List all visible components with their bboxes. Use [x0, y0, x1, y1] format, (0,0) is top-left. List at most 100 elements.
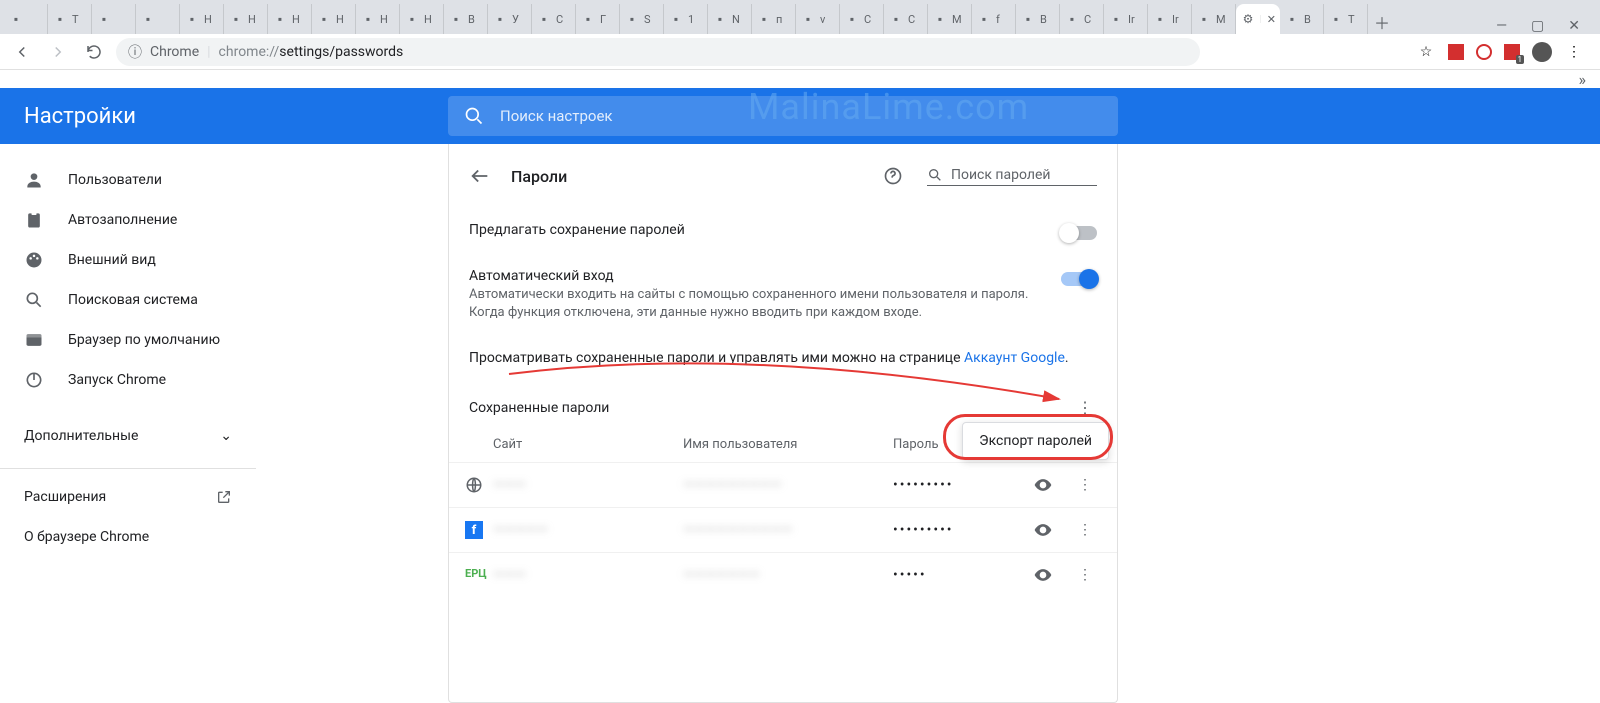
tab-favicon: ▪: [492, 11, 508, 27]
tab[interactable]: ▪v: [796, 4, 840, 34]
tab[interactable]: ▪У: [488, 4, 532, 34]
sidebar-item-users[interactable]: Пользователи: [0, 160, 256, 200]
setting-description: Автоматически входить на сайты с помощью…: [469, 286, 1041, 322]
forward-button[interactable]: [44, 38, 72, 66]
site-cell[interactable]: ———: [493, 567, 683, 583]
back-arrow-button[interactable]: [469, 165, 491, 187]
tab[interactable]: ▪Н: [356, 4, 400, 34]
tab[interactable]: ▪М: [928, 4, 972, 34]
tab[interactable]: ▪C: [840, 4, 884, 34]
tab-favicon: ▪: [184, 11, 200, 27]
omnibox[interactable]: ⓘ Chrome | chrome://settings/passwords: [116, 38, 1200, 66]
sidebar-item-appearance[interactable]: Внешний вид: [0, 240, 256, 280]
tab[interactable]: ▪Н: [400, 4, 444, 34]
tab[interactable]: ▪: [4, 4, 48, 34]
sidebar-extensions-link[interactable]: Расширения: [0, 477, 256, 517]
extension-icon[interactable]: [1476, 44, 1492, 60]
extension-icon[interactable]: 1: [1504, 44, 1520, 60]
close-window-button[interactable]: ✕: [1568, 18, 1580, 34]
tab[interactable]: ▪Н: [268, 4, 312, 34]
row-more-button[interactable]: ⋮: [1073, 567, 1097, 583]
show-password-button[interactable]: [1033, 520, 1073, 540]
bookmark-star-icon[interactable]: ☆: [1416, 42, 1436, 62]
sidebar-about-link[interactable]: О браузере Chrome: [0, 517, 256, 557]
tab[interactable]: ▪С: [884, 4, 928, 34]
tab[interactable]: ▪С: [1060, 4, 1104, 34]
tab-favicon: ▪: [96, 11, 112, 27]
tab[interactable]: ▪N: [708, 4, 752, 34]
settings-content: Пароли Предлагать сохранение паролей Авт…: [256, 144, 1600, 703]
tab[interactable]: ▪В: [1280, 4, 1324, 34]
sidebar-item-search[interactable]: Поисковая система: [0, 280, 256, 320]
overflow-indicator[interactable]: »: [0, 70, 1600, 88]
export-passwords-menu-item[interactable]: Экспорт паролей: [962, 422, 1109, 460]
auto-login-toggle[interactable]: [1061, 272, 1097, 286]
chrome-menu-icon[interactable]: ⋮: [1564, 42, 1584, 62]
more-actions-button[interactable]: ⋮: [1073, 398, 1097, 417]
offer-save-toggle[interactable]: [1061, 226, 1097, 240]
tab[interactable]: ▪Ir: [1104, 4, 1148, 34]
sidebar-item-startup[interactable]: Запуск Chrome: [0, 360, 256, 400]
tab[interactable]: ▪S: [620, 4, 664, 34]
tab[interactable]: ▪f: [972, 4, 1016, 34]
tab-favicon: ▪: [712, 11, 728, 27]
back-button[interactable]: [8, 38, 36, 66]
tab-favicon: ▪: [8, 11, 24, 27]
clipboard-icon: [24, 210, 44, 230]
tab[interactable]: ▪1: [664, 4, 708, 34]
power-icon: [24, 370, 44, 390]
extension-icon[interactable]: [1448, 44, 1464, 60]
tab[interactable]: ▪: [136, 4, 180, 34]
site-cell[interactable]: ———: [493, 477, 683, 493]
tab-title: С: [908, 13, 915, 26]
tab-favicon: ▪: [580, 11, 596, 27]
tab[interactable]: ▪Н: [312, 4, 356, 34]
sidebar-advanced-toggle[interactable]: Дополнительные ⌄: [0, 412, 256, 460]
saved-passwords-header: Сохраненные пароли ⋮: [449, 380, 1117, 427]
row-more-button[interactable]: ⋮: [1073, 477, 1097, 493]
site-info-icon[interactable]: ⓘ: [128, 42, 142, 62]
tab-favicon: ▪: [1108, 11, 1124, 27]
tab[interactable]: ▪: [92, 4, 136, 34]
tab[interactable]: ▪Ir: [1148, 4, 1192, 34]
tab[interactable]: ▪Н: [224, 4, 268, 34]
close-icon[interactable]: ✕: [1267, 13, 1276, 26]
tab[interactable]: ▪п: [752, 4, 796, 34]
sidebar-item-label: Пользователи: [68, 172, 162, 188]
tab-favicon: ▪: [536, 11, 552, 27]
tab[interactable]: ▪В: [444, 4, 488, 34]
person-icon: [24, 170, 44, 190]
tab[interactable]: ▪T: [48, 4, 92, 34]
new-tab-button[interactable]: ＋: [1368, 10, 1396, 34]
tab[interactable]: ▪С: [532, 4, 576, 34]
tab[interactable]: ▪Н: [180, 4, 224, 34]
tab[interactable]: ▪В: [1016, 4, 1060, 34]
tab[interactable]: ▪M: [1192, 4, 1236, 34]
sidebar-item-default-browser[interactable]: Браузер по умолчанию: [0, 320, 256, 360]
help-icon[interactable]: [883, 166, 907, 186]
show-password-button[interactable]: [1033, 565, 1073, 585]
google-account-link[interactable]: Аккаунт Google: [964, 350, 1065, 366]
tab-title: C: [864, 13, 871, 26]
maximize-button[interactable]: ▢: [1531, 18, 1544, 34]
minimize-button[interactable]: —: [1496, 18, 1507, 34]
tab-title: п: [776, 13, 782, 26]
tab-title: N: [732, 13, 740, 26]
tab[interactable]: ▪Г: [576, 4, 620, 34]
settings-search[interactable]: MalinaLime.com: [448, 96, 1118, 136]
reload-button[interactable]: [80, 38, 108, 66]
site-cell[interactable]: —————: [493, 522, 683, 538]
tab[interactable]: ▪T: [1324, 4, 1368, 34]
sidebar-link-label: О браузере Chrome: [24, 529, 149, 545]
show-password-button[interactable]: [1033, 475, 1073, 495]
profile-avatar[interactable]: [1532, 42, 1552, 62]
tab-title: M: [1216, 13, 1226, 26]
tab-title: Н: [292, 13, 300, 26]
password-search-input[interactable]: [951, 167, 1081, 183]
password-search[interactable]: [927, 167, 1097, 186]
row-more-button[interactable]: ⋮: [1073, 522, 1097, 538]
active-tab[interactable]: ⚙ Н ✕: [1236, 4, 1280, 34]
search-icon: [24, 290, 44, 310]
settings-search-input[interactable]: [500, 107, 1102, 125]
sidebar-item-autofill[interactable]: Автозаполнение: [0, 200, 256, 240]
